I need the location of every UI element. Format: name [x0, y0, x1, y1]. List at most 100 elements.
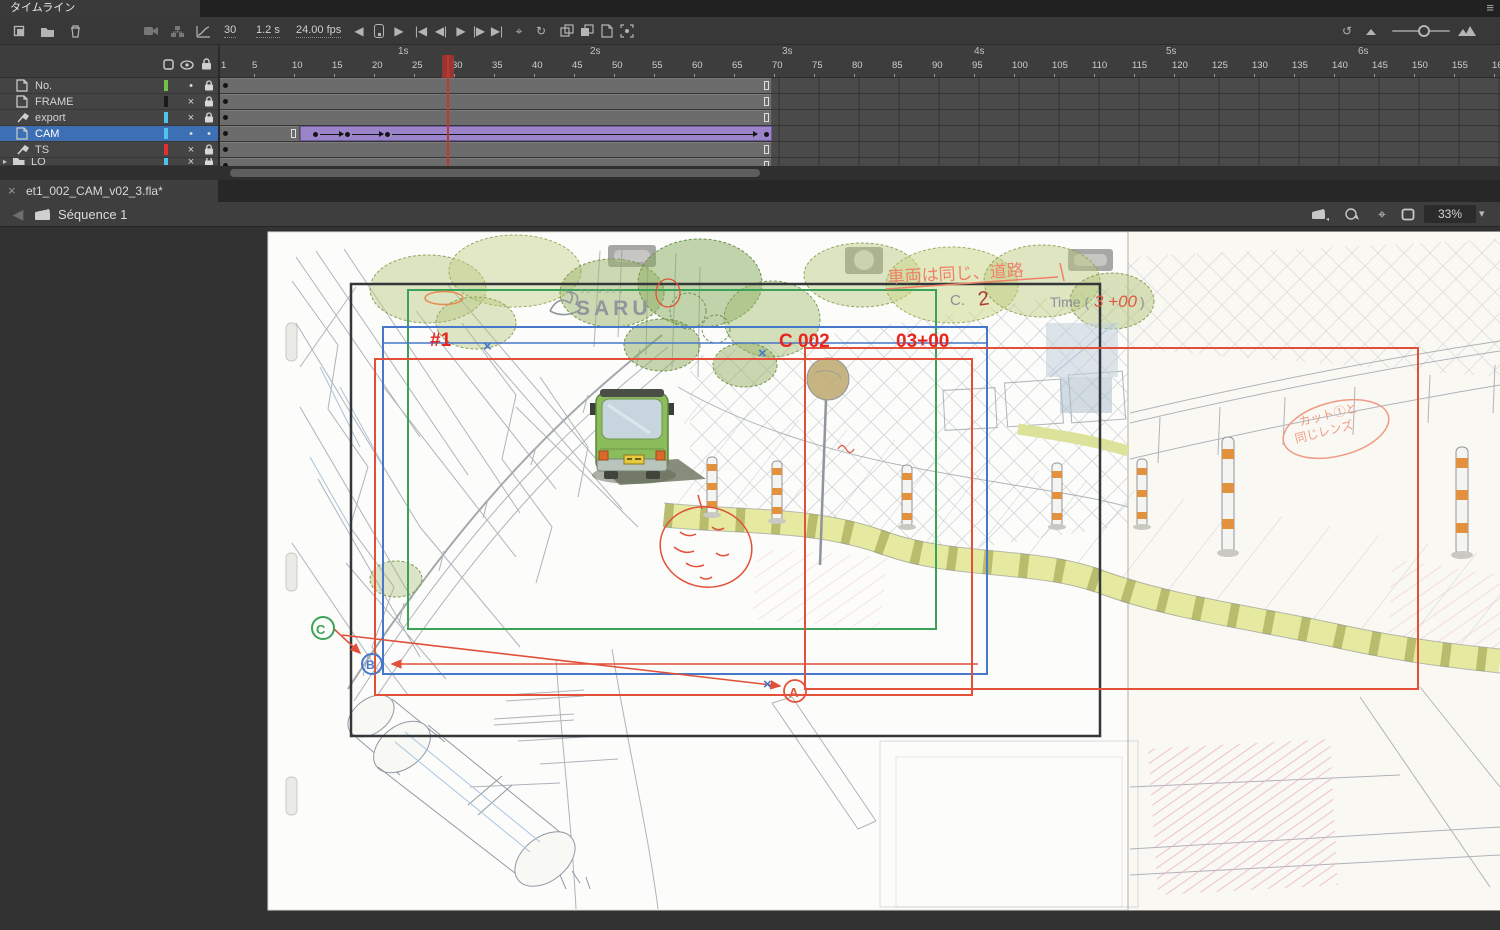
layer-visibility-toggle[interactable]: •	[182, 78, 200, 94]
delete-layer-button[interactable]	[64, 21, 86, 41]
edit-scene-icon[interactable]	[1310, 205, 1330, 223]
layer-parenting-button[interactable]	[166, 21, 188, 41]
keyframe-dot[interactable]	[223, 99, 228, 104]
end-frame-marker[interactable]	[764, 97, 769, 106]
onion-skin-icon[interactable]	[556, 21, 578, 41]
layer-color-swatch[interactable]	[164, 80, 168, 91]
loop-playback-icon[interactable]: ↻	[530, 21, 552, 41]
layer-color-swatch[interactable]	[164, 128, 168, 139]
layer-row-export[interactable]: export ×	[0, 110, 218, 126]
close-icon[interactable]: ×	[8, 180, 16, 202]
layer-lock-toggle[interactable]: •	[200, 126, 218, 142]
end-frame-marker[interactable]	[291, 129, 296, 138]
layer-row-frame[interactable]: FRAME ×	[0, 94, 218, 110]
new-layer-button[interactable]	[8, 21, 30, 41]
elapsed-time-value[interactable]: 1.2 s	[256, 24, 280, 38]
keyframe-dot[interactable]	[313, 132, 318, 137]
layer-lock-toggle[interactable]	[200, 80, 218, 91]
layer-lock-toggle[interactable]	[200, 96, 218, 107]
track-row-cam[interactable]	[220, 126, 1500, 142]
keyframe-dot[interactable]	[223, 131, 228, 136]
track-row-lo[interactable]	[220, 158, 1500, 166]
first-frame-button[interactable]: |◀	[410, 21, 432, 41]
new-folder-button[interactable]	[36, 21, 58, 41]
layer-lock-toggle[interactable]	[200, 144, 218, 155]
layer-row-lo[interactable]: ▸ LO ×	[0, 158, 218, 166]
layer-visibility-toggle[interactable]: •	[182, 126, 200, 142]
layer-visibility-toggle[interactable]: ×	[182, 94, 200, 110]
panel-menu-icon[interactable]: ≡	[1486, 0, 1494, 16]
layer-color-swatch[interactable]	[164, 112, 168, 123]
layer-row-cam[interactable]: CAM • •	[0, 126, 218, 142]
layer-color-swatch[interactable]	[164, 158, 168, 165]
onion-skin-outline-icon[interactable]	[576, 21, 598, 41]
center-stage-icon[interactable]: ⌖	[1372, 205, 1392, 223]
timeline-scrollbar-thumb[interactable]	[230, 169, 760, 177]
track-row-no[interactable]	[220, 78, 1500, 94]
keyframe-dot[interactable]	[223, 147, 228, 152]
camera-button[interactable]	[140, 21, 162, 41]
timeline-zoom-out-icon[interactable]	[1360, 21, 1382, 41]
frame-span[interactable]	[220, 158, 772, 166]
layer-lock-toggle[interactable]	[200, 112, 218, 123]
layer-color-swatch[interactable]	[164, 96, 168, 107]
keyframe-dot[interactable]	[345, 132, 350, 137]
loop-range-icon[interactable]	[368, 21, 390, 41]
tab-timeline[interactable]: タイムライン	[0, 0, 200, 17]
ruler-second-label: 6s	[1358, 46, 1369, 57]
layer-color-swatch[interactable]	[164, 144, 168, 155]
layer-row-ts[interactable]: TS ×	[0, 142, 218, 158]
frame-span[interactable]	[220, 94, 772, 109]
ruler-tick	[254, 74, 255, 77]
layer-lock-toggle[interactable]	[200, 158, 218, 165]
edit-symbols-icon[interactable]	[1342, 205, 1362, 223]
step-forward-icon[interactable]: ▶	[388, 21, 410, 41]
timeline-zoom-slider[interactable]	[1392, 25, 1450, 37]
timeline-tracks[interactable]	[220, 78, 1500, 166]
layer-visibility-toggle[interactable]: ×	[182, 158, 200, 165]
layer-row-no[interactable]: No. •	[0, 78, 218, 94]
end-frame-marker[interactable]	[764, 113, 769, 122]
frame-span[interactable]	[220, 78, 772, 93]
timeline-zoom-knob[interactable]	[1418, 25, 1430, 37]
timeline-frames-area[interactable]: 1s 2s 3s 4s 5s 6s 1 5 10 15 20 25 30 35 40 45 50 55 60 65 70…	[220, 45, 1500, 166]
reset-timeline-zoom-icon[interactable]: ↺	[1336, 21, 1358, 41]
frame-span[interactable]	[220, 142, 772, 157]
track-row-ts[interactable]	[220, 142, 1500, 158]
timeline-ruler[interactable]: 1s 2s 3s 4s 5s 6s 1 5 10 15 20 25 30 35 40 45 50 55 60 65 70…	[220, 45, 1500, 78]
outline-column-icon[interactable]	[163, 57, 174, 75]
edit-multiple-frames-icon[interactable]	[596, 21, 618, 41]
end-frame-marker[interactable]	[764, 81, 769, 90]
visibility-column-icon[interactable]	[180, 57, 194, 75]
center-frame-icon[interactable]: ⌖	[508, 21, 530, 41]
motion-tween-span[interactable]	[300, 126, 772, 141]
frame-span[interactable]	[220, 110, 772, 125]
track-row-frame[interactable]	[220, 94, 1500, 110]
stage-zoom-value[interactable]: 33%	[1424, 205, 1476, 223]
keyframe-dot[interactable]	[385, 132, 390, 137]
scene-name[interactable]: Séquence 1	[58, 207, 127, 222]
frame-span[interactable]	[220, 126, 300, 141]
prev-frame-button[interactable]: ◀|	[430, 21, 452, 41]
stage-canvas[interactable]: C B A #1 C 002 03+00 × × × SCIENCE SARU …	[0, 227, 1500, 930]
chevron-down-icon[interactable]: ▾	[1479, 207, 1485, 220]
step-back-icon[interactable]: ◀	[348, 21, 370, 41]
last-frame-button[interactable]: ▶|	[486, 21, 508, 41]
timeline-zoom-in-icon[interactable]	[1456, 21, 1478, 41]
graph-editor-button[interactable]	[192, 21, 214, 41]
lock-column-icon[interactable]	[201, 57, 212, 75]
document-tab[interactable]: × et1_002_CAM_v02_3.fla*	[0, 180, 218, 202]
back-arrow-icon[interactable]: ◀	[8, 205, 28, 223]
folder-expand-caret[interactable]: ▸	[0, 158, 10, 165]
current-frame-value[interactable]: 30	[224, 24, 237, 38]
end-frame-marker[interactable]	[764, 145, 769, 154]
clip-content-icon[interactable]	[1398, 205, 1418, 223]
keyframe-dot[interactable]	[223, 83, 228, 88]
layer-visibility-toggle[interactable]: ×	[182, 110, 200, 126]
track-row-export[interactable]	[220, 110, 1500, 126]
layer-visibility-toggle[interactable]: ×	[182, 142, 200, 158]
marker-range-icon[interactable]	[616, 21, 638, 41]
keyframe-dot[interactable]	[764, 132, 769, 137]
frame-rate-value[interactable]: 24.00 fps	[296, 24, 342, 38]
keyframe-dot[interactable]	[223, 115, 228, 120]
